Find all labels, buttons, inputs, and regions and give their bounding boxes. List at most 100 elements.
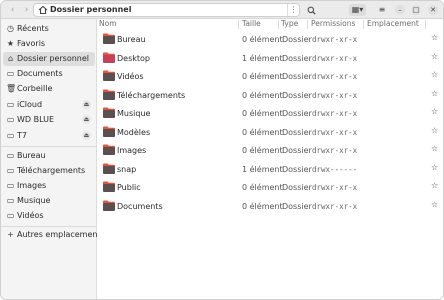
trash-icon: 🗑: [6, 84, 17, 93]
sidebar-item-documents[interactable]: ▭ Documents: [3, 67, 95, 81]
star-icon[interactable]: ☆: [431, 33, 438, 42]
star-icon[interactable]: ☆: [431, 70, 438, 79]
column-header-location[interactable]: Emplacement: [367, 19, 419, 30]
eject-icon[interactable]: ⏏: [82, 131, 91, 140]
search-icon: [307, 6, 316, 15]
column-separator: [238, 20, 239, 29]
sidebar-item-recents[interactable]: ◷ Récents: [3, 22, 95, 36]
star-icon[interactable]: ☆: [431, 126, 438, 135]
minimize-button[interactable]: –: [395, 5, 405, 15]
table-row[interactable]: Documents 0 élément Dossier drwxr-xr-x ☆: [97, 197, 443, 215]
view-mode-button[interactable]: ▦▾: [349, 4, 366, 16]
table-row[interactable]: Images 0 élément Dossier drwxr-xr-x ☆: [97, 141, 443, 159]
drive-icon: ▭: [6, 131, 15, 140]
sidebar-item-videos[interactable]: ▭ Vidéos: [3, 209, 95, 223]
file-type: Dossier: [282, 164, 312, 174]
sidebar-item-label: Favoris: [17, 39, 46, 48]
folder-icon: [103, 163, 115, 174]
sidebar-item-label: Documents: [17, 69, 63, 78]
sidebar-item-favorites[interactable]: ★ Favoris: [3, 37, 95, 51]
table-row[interactable]: Public 0 élément Dossier drwxr-xr-x ☆: [97, 178, 443, 196]
column-separator: [307, 20, 308, 29]
table-row[interactable]: Desktop 1 élément Dossier drwxr-xr-x ☆: [97, 49, 443, 67]
sidebar-item-bureau[interactable]: ▭ Bureau: [3, 149, 95, 163]
folder-icon: [103, 52, 115, 63]
file-permissions: drwxr-xr-x: [312, 53, 358, 63]
table-row[interactable]: Vidéos 0 élément Dossier drwxr-xr-x ☆: [97, 67, 443, 85]
grid-icon: ▦▾: [351, 5, 364, 14]
image-folder-icon: [103, 144, 115, 156]
column-header-name[interactable]: Nom: [99, 19, 117, 30]
sidebar-item-other-locations[interactable]: + Autres emplacements: [3, 228, 105, 242]
star-icon[interactable]: ☆: [431, 163, 438, 172]
path-menu-button[interactable]: ⋮: [287, 4, 299, 16]
star-icon: ★: [6, 39, 15, 48]
star-icon[interactable]: ☆: [431, 144, 438, 153]
star-icon[interactable]: ☆: [431, 89, 438, 98]
table-row[interactable]: snap 1 élément Dossier drwx------ ☆: [97, 160, 443, 178]
folder-icon: ▭: [6, 181, 15, 190]
star-icon[interactable]: ☆: [431, 200, 438, 209]
column-header-size[interactable]: Taille: [242, 19, 261, 30]
maximize-button[interactable]: □: [411, 5, 421, 15]
sidebar-divider: [1, 226, 96, 227]
maximize-icon: □: [412, 6, 420, 14]
close-button[interactable]: ✕: [428, 5, 438, 15]
home-icon: ⌂: [7, 54, 14, 63]
table-row[interactable]: Téléchargements 0 élément Dossier drwxr-xr-…: [97, 86, 443, 104]
column-header-permissions[interactable]: Permissions: [311, 19, 355, 30]
sidebar-item-label: Récents: [17, 24, 49, 33]
table-row[interactable]: Musique 0 élément Dossier drwxr-xr-x ☆: [97, 104, 443, 122]
file-name: Modèles: [117, 127, 151, 137]
sidebar-item-label: iCloud: [17, 100, 43, 109]
download-folder-icon: [103, 89, 115, 100]
sidebar-item-icloud[interactable]: ▭ iCloud ⏏: [3, 98, 95, 112]
file-size: 0 élément: [242, 72, 283, 82]
table-row[interactable]: Modèles 0 élément Dossier drwxr-xr-x ☆: [97, 123, 443, 141]
file-permissions: drwxr-xr-x: [312, 183, 358, 193]
file-permissions: drwxr-xr-x: [312, 109, 358, 119]
star-icon[interactable]: ☆: [431, 52, 438, 61]
sidebar-item-trash[interactable]: 🗑 Corbeille: [3, 82, 95, 96]
clock-icon: ◷: [7, 24, 14, 33]
column-header-type[interactable]: Type: [281, 19, 298, 30]
file-permissions: drwxr-xr-x: [312, 127, 358, 137]
sidebar-item-label: Autres emplacements: [17, 230, 105, 239]
document-folder-icon: [103, 200, 115, 211]
forward-button[interactable]: ›: [20, 4, 33, 16]
sidebar-item-musique[interactable]: ▭ Musique: [3, 194, 95, 208]
drive-icon: ▭: [6, 100, 15, 109]
path-bar[interactable]: Dossier personnel ⋮: [33, 3, 300, 17]
star-icon[interactable]: ☆: [431, 181, 438, 190]
sidebar-item-telechargements[interactable]: ▭ Téléchargements: [3, 164, 95, 178]
file-name: snap: [117, 164, 137, 174]
file-name: Bureau: [117, 35, 146, 44]
folder-icon: ▭: [6, 196, 15, 205]
sidebar-divider: [1, 146, 96, 147]
sidebar-item-label: Corbeille: [17, 84, 53, 93]
main-menu-button[interactable]: ≡: [376, 4, 388, 16]
column-separator: [363, 20, 364, 29]
home-icon: [38, 5, 48, 15]
file-type: Dossier: [282, 109, 312, 119]
column-separator: [278, 20, 279, 29]
file-permissions: drwxr-xr-x: [312, 146, 358, 156]
share-folder-icon: [103, 181, 115, 193]
table-row[interactable]: Bureau 0 élément Dossier drwxr-xr-x ☆: [97, 30, 443, 48]
sidebar-item-wd-blue[interactable]: ▭ WD BLUE ⏏: [3, 113, 95, 127]
close-icon: ✕: [430, 6, 436, 14]
search-button[interactable]: [305, 4, 317, 16]
file-name: Public: [117, 183, 141, 193]
eject-icon[interactable]: ⏏: [82, 100, 91, 109]
eject-icon[interactable]: ⏏: [82, 115, 91, 124]
folder-icon: ▭: [6, 211, 15, 220]
sidebar-item-home[interactable]: ⌂ Dossier personnel: [3, 52, 95, 66]
file-size: 0 élément: [242, 183, 283, 193]
sidebar-item-label: Bureau: [17, 151, 46, 160]
back-button[interactable]: ‹: [6, 4, 19, 16]
file-manager-window: ‹ › Dossier personnel ⋮ ▦▾ ≡ – □ ✕ ◷ Réc…: [0, 0, 444, 300]
sidebar-item-t7[interactable]: ▭ T7 ⏏: [3, 129, 95, 143]
star-icon[interactable]: ☆: [431, 107, 438, 116]
sidebar-item-label: Images: [17, 181, 47, 190]
sidebar-item-images[interactable]: ▭ Images: [3, 179, 95, 193]
